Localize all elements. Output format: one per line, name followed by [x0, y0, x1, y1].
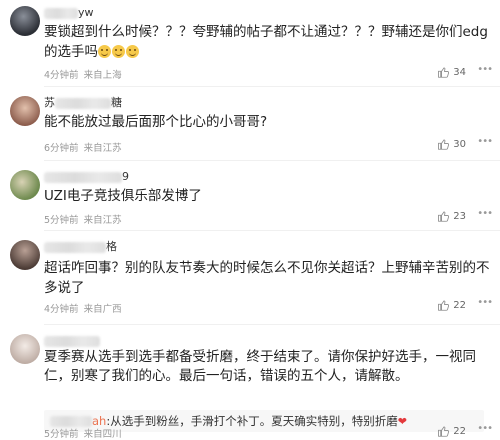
grin-emoji-icon [126, 45, 139, 58]
avatar[interactable] [10, 240, 40, 270]
like-count: 30 [453, 138, 466, 150]
comment-item: 9 UZI电子竞技俱乐部发博了 5分钟前 来自江苏 23 ••• [0, 166, 500, 230]
like-button[interactable]: 34 [437, 66, 466, 78]
thumbs-up-icon [438, 426, 450, 437]
username-suffix: 9 [122, 170, 129, 183]
comment-item: 格 超话咋回事？别的队友节奏大的时候怎么不见你关超话？上野辅辛苦别的不多说了 4… [0, 236, 500, 324]
comment-username[interactable]: 9 [44, 170, 129, 184]
like-count: 22 [453, 299, 466, 311]
avatar[interactable] [10, 6, 40, 36]
more-dots-icon[interactable]: ••• [477, 423, 493, 434]
comment-time: 5分钟前 [44, 429, 79, 440]
comment-meta: 4分钟前 来自上海 [44, 67, 124, 81]
like-count: 23 [453, 210, 466, 222]
reply-text: :从选手到粉丝，手滑打个补丁。夏天确实特别，特别折磨 [106, 414, 398, 428]
comment-text: 能不能放过最后面那个比心的小哥哥? [44, 114, 268, 130]
comment-time: 4分钟前 [44, 70, 79, 81]
comment-text: UZI电子竞技俱乐部发博了 [44, 188, 202, 204]
like-button[interactable]: 22 [437, 299, 466, 311]
comment-source: 来自江苏 [83, 143, 122, 154]
avatar[interactable] [10, 170, 40, 200]
username-suffix: 格 [106, 240, 117, 253]
like-count: 22 [453, 425, 466, 437]
divider [44, 86, 500, 87]
comment-username[interactable] [44, 334, 100, 348]
thumbs-up-icon [438, 211, 450, 222]
comment-time: 5分钟前 [44, 215, 79, 226]
divider [44, 160, 500, 161]
comment-item: 苏糖 能不能放过最后面那个比心的小哥哥? 6分钟前 来自江苏 30 ••• [0, 92, 500, 160]
comment-item: yw 要锁超到什么时候？？？夸野辅的帖子都不让通过？？？野辅还是你们edg的选手… [0, 0, 500, 86]
comment-text: 超话咋回事？别的队友节奏大的时候怎么不见你关超话？上野辅辛苦别的不多说了 [44, 260, 490, 296]
grin-emoji-icon [98, 45, 111, 58]
comment-meta: 5分钟前 来自四川 [44, 426, 124, 440]
username-suffix: 糖 [111, 96, 122, 109]
comment-time: 4分钟前 [44, 304, 79, 315]
more-dots-icon[interactable]: ••• [477, 208, 493, 219]
more-dots-icon[interactable]: ••• [477, 136, 493, 147]
comment-meta: 5分钟前 来自江苏 [44, 212, 124, 226]
thumbs-up-icon [438, 67, 450, 78]
comment-item: 夏季赛从选手到选手都备受折磨，终于结束了。请你保护好选手，一视同仁，别寒了我们的… [0, 330, 500, 440]
comment-source: 来自四川 [83, 429, 122, 440]
comment-text: 要锁超到什么时候？？？夸野辅的帖子都不让通过？？？野辅还是你们edg的选手吗 [44, 22, 492, 62]
like-button[interactable]: 30 [437, 138, 466, 150]
comment-source: 来自上海 [83, 70, 122, 81]
comment-username[interactable]: yw [44, 6, 94, 20]
like-button[interactable]: 22 [437, 425, 466, 437]
more-dots-icon[interactable]: ••• [477, 297, 493, 308]
comment-source: 来自广西 [83, 304, 122, 315]
comment-time: 6分钟前 [44, 143, 79, 154]
comment-meta: 4分钟前 来自广西 [44, 301, 124, 315]
username-prefix: 苏 [44, 96, 55, 109]
username-suffix: yw [78, 6, 94, 19]
comment-username[interactable]: 格 [44, 240, 117, 254]
divider [44, 324, 500, 325]
avatar[interactable] [10, 96, 40, 126]
grin-emoji-icon [112, 45, 125, 58]
divider [44, 230, 500, 231]
thumbs-up-icon [438, 139, 450, 150]
comment-text: 夏季赛从选手到选手都备受折磨，终于结束了。请你保护好选手，一视同仁，别寒了我们的… [44, 349, 476, 384]
heart-icon: ❤ [397, 415, 407, 428]
avatar[interactable] [10, 334, 40, 364]
more-dots-icon[interactable]: ••• [477, 64, 493, 75]
comment-text-content: 要锁超到什么时候？？？夸野辅的帖子都不让通过？？？野辅还是你们edg的选手吗 [44, 24, 488, 60]
like-button[interactable]: 23 [437, 210, 466, 222]
thumbs-up-icon [438, 300, 450, 311]
comment-username[interactable]: 苏糖 [44, 96, 122, 110]
like-count: 34 [453, 66, 466, 78]
comment-meta: 6分钟前 来自江苏 [44, 140, 124, 154]
comment-source: 来自江苏 [83, 215, 122, 226]
